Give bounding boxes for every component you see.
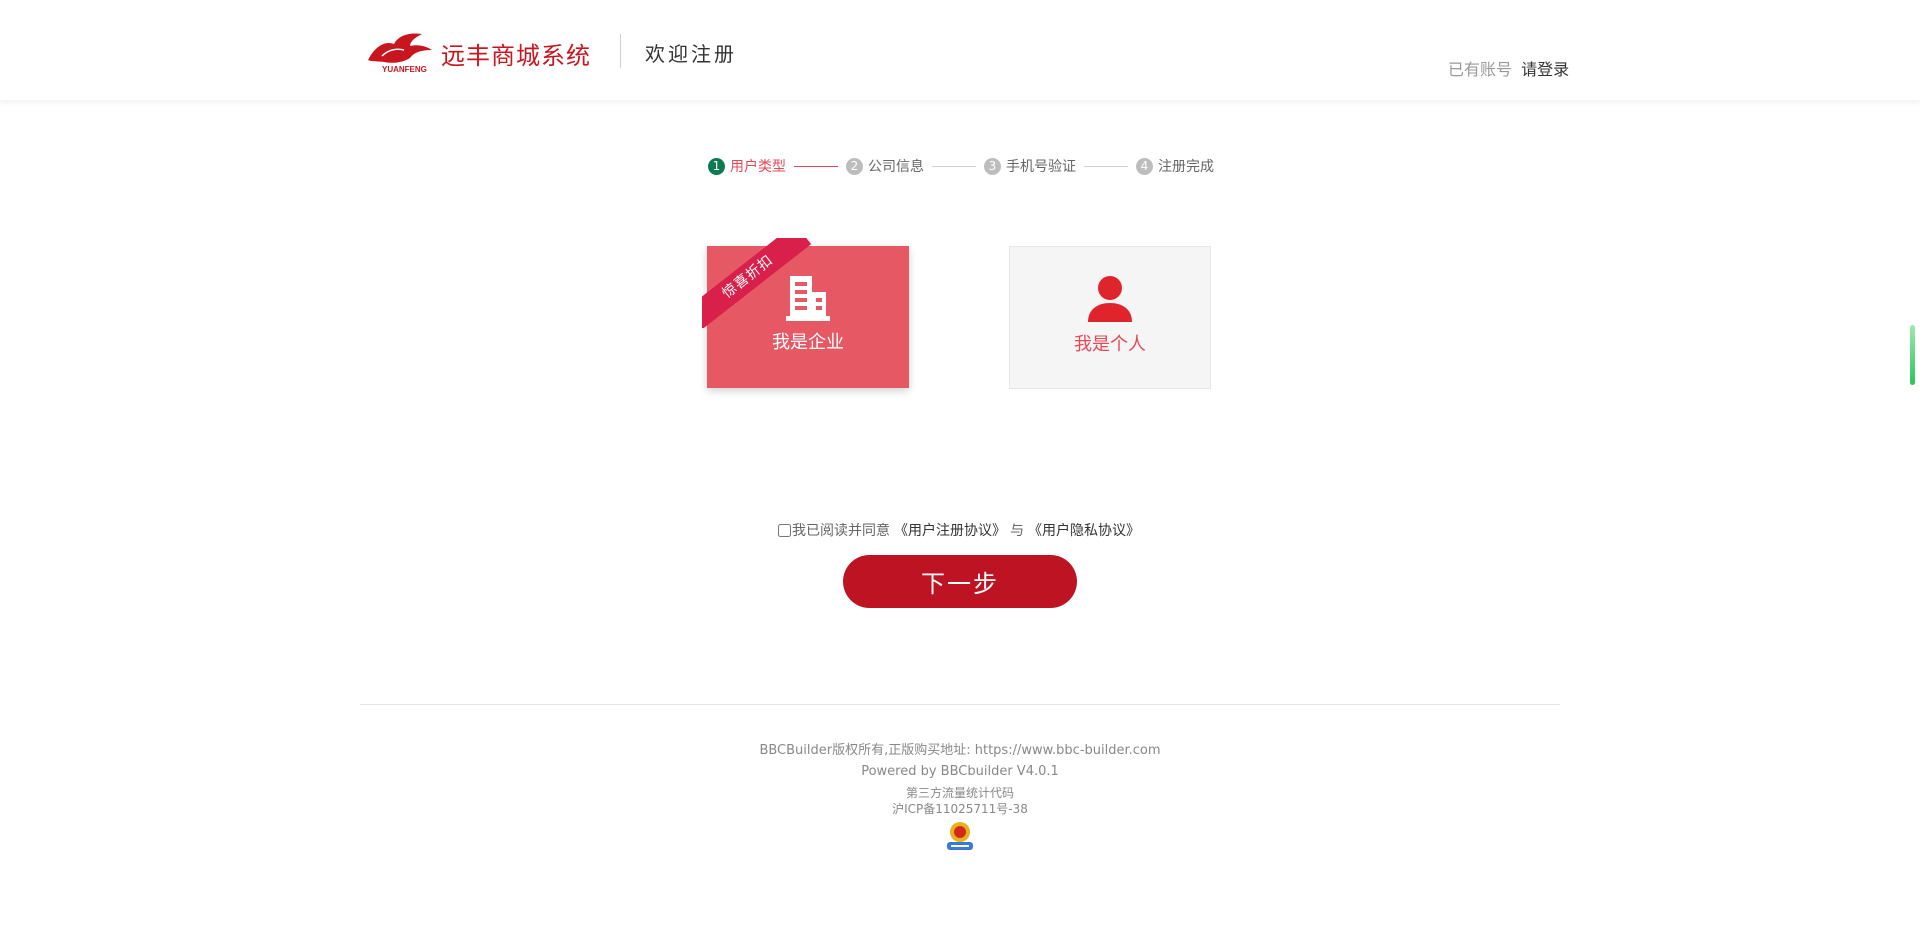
site-name: 远丰商城系统 bbox=[441, 42, 591, 70]
agreement-row: 我已阅读并同意 《用户注册协议》 与 《用户隐私协议》 bbox=[778, 520, 1144, 540]
company-card-label: 我是企业 bbox=[772, 332, 844, 353]
registration-steps: 1 用户类型 2 公司信息 3 手机号验证 4 注册完成 bbox=[708, 156, 1214, 176]
step-company-info: 2 公司信息 bbox=[846, 156, 924, 176]
footer-copyright: BBCBuilder版权所有,正版购买地址: https://www.bbc-b… bbox=[759, 743, 1161, 758]
step-label: 用户类型 bbox=[730, 159, 786, 175]
agree-checkbox[interactable] bbox=[778, 523, 791, 537]
police-badge-icon[interactable] bbox=[945, 820, 975, 852]
step-label: 手机号验证 bbox=[1006, 159, 1076, 175]
footer-stats: 第三方流量统计代码 bbox=[905, 786, 1014, 800]
personal-card-label: 我是个人 bbox=[1074, 334, 1146, 355]
step-label: 公司信息 bbox=[868, 159, 924, 175]
footer-icp[interactable]: 沪ICP备11025711号-38 bbox=[0, 800, 1920, 817]
agreement-prefix: 我已阅读并同意 bbox=[792, 523, 890, 539]
step-connector bbox=[1084, 165, 1128, 167]
step-number: 2 bbox=[846, 157, 863, 175]
personal-user-card[interactable]: 我是个人 bbox=[1009, 246, 1211, 389]
login-link[interactable]: 请登录 bbox=[1521, 60, 1569, 79]
step-connector bbox=[794, 165, 838, 167]
footer-divider bbox=[360, 704, 1560, 705]
svg-text:YUANFENG: YUANFENG bbox=[382, 65, 427, 74]
step-phone-verify: 3 手机号验证 bbox=[984, 156, 1076, 176]
login-prompt: 已有账号 bbox=[1448, 60, 1513, 79]
next-step-button[interactable]: 下一步 bbox=[843, 555, 1077, 608]
register-agreement-link[interactable]: 《用户注册协议》 bbox=[894, 520, 1006, 540]
step-label: 注册完成 bbox=[1158, 159, 1214, 175]
page-title: 欢迎注册 bbox=[645, 42, 737, 66]
privacy-agreement-link[interactable]: 《用户隐私协议》 bbox=[1028, 520, 1140, 540]
header: YUANFENG 远丰商城系统 欢迎注册 已有账号 请登录 bbox=[0, 0, 1920, 100]
step-complete: 4 注册完成 bbox=[1136, 156, 1214, 176]
step-user-type: 1 用户类型 bbox=[708, 156, 786, 176]
agreement-conj: 与 bbox=[1010, 523, 1024, 539]
step-number: 4 bbox=[1136, 157, 1153, 175]
footer-powered: Powered by BBCbuilder V4.0.1 bbox=[861, 764, 1059, 779]
building-icon bbox=[786, 276, 830, 321]
step-number: 3 bbox=[984, 157, 1001, 175]
scroll-indicator[interactable] bbox=[1910, 325, 1915, 385]
header-divider bbox=[620, 34, 621, 68]
step-connector bbox=[932, 165, 976, 167]
login-area: 已有账号 请登录 bbox=[1448, 56, 1569, 80]
yuanfeng-logo-icon[interactable]: YUANFENG bbox=[364, 30, 436, 74]
company-user-card[interactable]: 惊喜折扣 我是企业 bbox=[702, 238, 909, 388]
user-icon bbox=[1088, 276, 1132, 322]
step-number: 1 bbox=[708, 157, 725, 175]
